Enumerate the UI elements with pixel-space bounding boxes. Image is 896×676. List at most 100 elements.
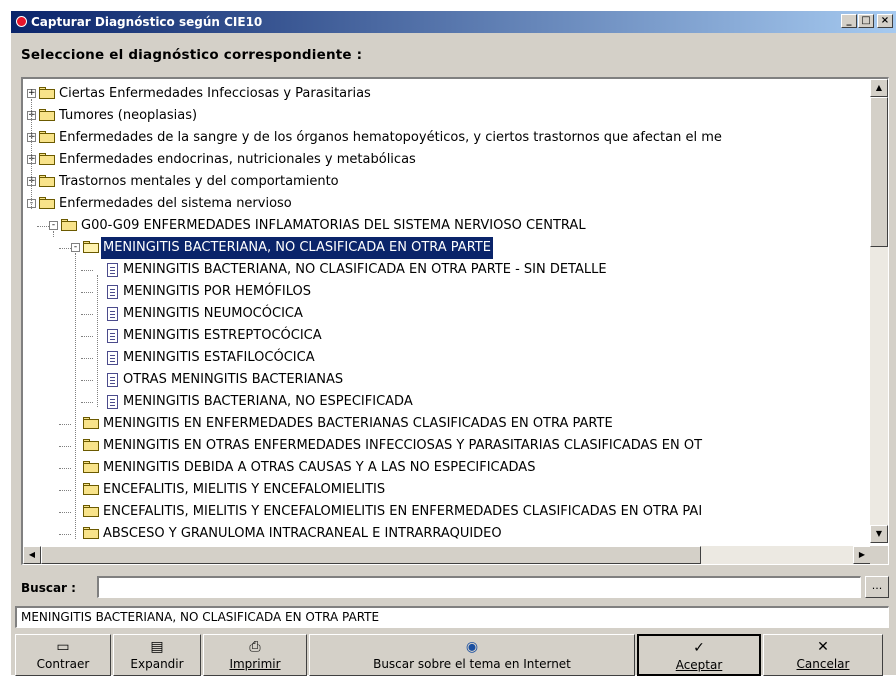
tree-item-label[interactable]: Trastornos mentales y del comportamiento — [59, 171, 339, 193]
selected-diagnosis-field: MENINGITIS BACTERIANA, NO CLASIFICADA EN… — [15, 606, 889, 628]
search-input[interactable] — [97, 576, 861, 598]
tree-row[interactable]: ABSCESO Y GRANULOMA INTRACRANEAL E INTRA… — [23, 523, 871, 543]
collapse-button[interactable]: ▭ Contraer — [15, 634, 111, 676]
collapse-minus-icon[interactable]: - — [49, 221, 58, 230]
document-icon — [107, 373, 118, 387]
tree-row[interactable]: MENINGITIS DEBIDA A OTRAS CAUSAS Y A LAS… — [23, 457, 871, 479]
tree-item-label[interactable]: MENINGITIS ESTREPTOCÓCICA — [123, 325, 322, 347]
tree-row[interactable]: MENINGITIS EN OTRAS ENFERMEDADES INFECCI… — [23, 435, 871, 457]
close-button[interactable]: × — [877, 14, 893, 28]
tree-item-label[interactable]: MENINGITIS BACTERIANA, NO ESPECIFICADA — [123, 391, 413, 413]
tree-item-label[interactable]: Enfermedades del sistema nervioso — [59, 193, 292, 215]
web-search-button-label: Buscar sobre el tema en Internet — [373, 657, 571, 671]
collapse-minus-icon[interactable]: - — [71, 243, 80, 252]
tree-guide-line — [53, 231, 54, 237]
check-icon: ✓ — [693, 640, 705, 656]
tree-item-label[interactable]: G00-G09 ENFERMEDADES INFLAMATORIAS DEL S… — [81, 215, 586, 237]
printer-icon: ⎙ — [249, 639, 261, 655]
accept-button[interactable]: ✓ Aceptar — [637, 634, 761, 676]
folder-icon — [39, 175, 55, 187]
tree-connector — [37, 226, 49, 227]
diagnosis-tree[interactable]: + Ciertas Enfermedades Infecciosas y Para… — [21, 77, 889, 565]
document-icon — [107, 285, 118, 299]
tree-row[interactable]: MENINGITIS ESTAFILOCÓCICA — [23, 347, 871, 369]
tree-row[interactable]: + Enfermedades de la sangre y de los órga… — [23, 127, 871, 149]
dialog-window: Capturar Diagnóstico según CIE10 _ □ × S… — [10, 10, 896, 676]
scroll-up-arrow-icon[interactable]: ▲ — [870, 79, 888, 97]
folder-icon — [39, 87, 55, 99]
tree-row[interactable]: + Trastornos mentales y del comportamient… — [23, 171, 871, 193]
tree-item-label[interactable]: Enfermedades endocrinas, nutricionales y… — [59, 149, 416, 171]
print-button[interactable]: ⎙ Imprimir — [203, 634, 307, 676]
tree-row[interactable]: - Enfermedades del sistema nervioso — [23, 193, 871, 215]
tree-item-label[interactable]: MENINGITIS DEBIDA A OTRAS CAUSAS Y A LAS… — [103, 457, 535, 479]
scroll-down-arrow-icon[interactable]: ▼ — [870, 525, 888, 543]
horizontal-scrollbar[interactable]: ◀ ▶ — [23, 546, 871, 564]
vertical-scroll-thumb[interactable] — [870, 97, 888, 247]
tree-item-label[interactable]: ENCEFALITIS, MIELITIS Y ENCEFALOMIELITIS — [103, 479, 385, 501]
tree-row[interactable]: MENINGITIS BACTERIANA, NO CLASIFICADA EN… — [23, 259, 871, 281]
tree-connector — [59, 468, 71, 469]
document-icon — [107, 395, 118, 409]
minimize-button[interactable]: _ — [841, 14, 857, 28]
expand-button-label: Expandir — [130, 657, 184, 671]
tree-connector — [81, 380, 93, 381]
tree-item-label[interactable]: Enfermedades de la sangre y de los órgan… — [59, 127, 722, 149]
vertical-scrollbar[interactable]: ▲ ▼ — [870, 79, 888, 543]
tree-row[interactable]: ENCEFALITIS, MIELITIS Y ENCEFALOMIELITIS — [23, 479, 871, 501]
tree-row[interactable]: MENINGITIS NEUMOCÓCICA — [23, 303, 871, 325]
tree-item-label[interactable]: MENINGITIS BACTERIANA, NO CLASIFICADA EN… — [100, 236, 494, 260]
tree-item-label[interactable]: MENINGITIS BACTERIANA, NO CLASIFICADA EN… — [123, 259, 607, 281]
tree-row[interactable]: - G00-G09 ENFERMEDADES INFLAMATORIAS DEL … — [23, 215, 871, 237]
tree-item-label[interactable]: Tumores (neoplasias) — [59, 105, 197, 127]
tree-row[interactable]: - MENINGITIS BACTERIANA, NO CLASIFICADA E… — [23, 236, 871, 260]
folder-collapse-icon: ▭ — [56, 639, 70, 655]
scroll-left-arrow-icon[interactable]: ◀ — [23, 546, 41, 564]
folder-icon — [39, 131, 55, 143]
web-search-button[interactable]: ◉ Buscar sobre el tema en Internet — [309, 634, 635, 676]
folder-icon — [83, 505, 99, 517]
tree-item-label[interactable]: OTRAS MENINGITIS BACTERIANAS — [123, 369, 343, 391]
window-title: Capturar Diagnóstico según CIE10 — [31, 15, 263, 29]
folder-icon — [83, 439, 99, 451]
tree-connector — [59, 534, 71, 535]
maximize-button[interactable]: □ — [858, 14, 874, 28]
tree-row[interactable]: + Enfermedades endocrinas, nutricionales … — [23, 149, 871, 171]
tree-row[interactable]: + Ciertas Enfermedades Infecciosas y Para… — [23, 83, 871, 105]
tree-row[interactable]: + Tumores (neoplasias) — [23, 105, 871, 127]
collapse-button-label: Contraer — [36, 657, 90, 671]
folder-icon — [39, 197, 55, 209]
scroll-corner — [870, 546, 888, 564]
cancel-button-label: Cancelar — [796, 657, 850, 671]
tree-row[interactable]: ENCEFALITIS, MIELITIS Y ENCEFALOMIELITIS… — [23, 501, 871, 523]
document-icon — [107, 307, 118, 321]
scroll-right-arrow-icon[interactable]: ▶ — [853, 546, 871, 564]
tree-item-label[interactable]: MENINGITIS NEUMOCÓCICA — [123, 303, 303, 325]
horizontal-scroll-thumb[interactable] — [41, 546, 701, 564]
tree-connector — [81, 270, 93, 271]
tree-row[interactable]: MENINGITIS POR HEMÓFILOS — [23, 281, 871, 303]
tree-row[interactable]: MENINGITIS BACTERIANA, NO ESPECIFICADA — [23, 391, 871, 413]
cancel-button[interactable]: ✕ Cancelar — [763, 634, 883, 676]
folder-icon — [83, 483, 99, 495]
expand-plus-icon[interactable]: + — [27, 89, 36, 98]
title-bar[interactable]: Capturar Diagnóstico según CIE10 _ □ × — [11, 11, 896, 33]
tree-connector — [59, 512, 71, 513]
accept-button-label: Aceptar — [675, 658, 723, 672]
folder-icon — [83, 417, 99, 429]
expand-button[interactable]: ▤ Expandir — [113, 634, 201, 676]
folder-icon — [39, 153, 55, 165]
tree-item-label[interactable]: MENINGITIS ESTAFILOCÓCICA — [123, 347, 315, 369]
tree-item-label[interactable]: MENINGITIS EN OTRAS ENFERMEDADES INFECCI… — [103, 435, 702, 457]
tree-row[interactable]: MENINGITIS ESTREPTOCÓCICA — [23, 325, 871, 347]
search-browse-button[interactable]: ... — [865, 576, 889, 598]
tree-item-label[interactable]: Ciertas Enfermedades Infecciosas y Paras… — [59, 83, 371, 105]
tree-connector — [81, 402, 93, 403]
tree-item-label[interactable]: ENCEFALITIS, MIELITIS Y ENCEFALOMIELITIS… — [103, 501, 702, 523]
tree-item-label[interactable]: MENINGITIS POR HEMÓFILOS — [123, 281, 311, 303]
tree-row[interactable]: OTRAS MENINGITIS BACTERIANAS — [23, 369, 871, 391]
tree-item-label[interactable]: ABSCESO Y GRANULOMA INTRACRANEAL E INTRA… — [103, 523, 502, 543]
tree-row[interactable]: MENINGITIS EN ENFERMEDADES BACTERIANAS C… — [23, 413, 871, 435]
document-icon — [107, 351, 118, 365]
tree-item-label[interactable]: MENINGITIS EN ENFERMEDADES BACTERIANAS C… — [103, 413, 613, 435]
